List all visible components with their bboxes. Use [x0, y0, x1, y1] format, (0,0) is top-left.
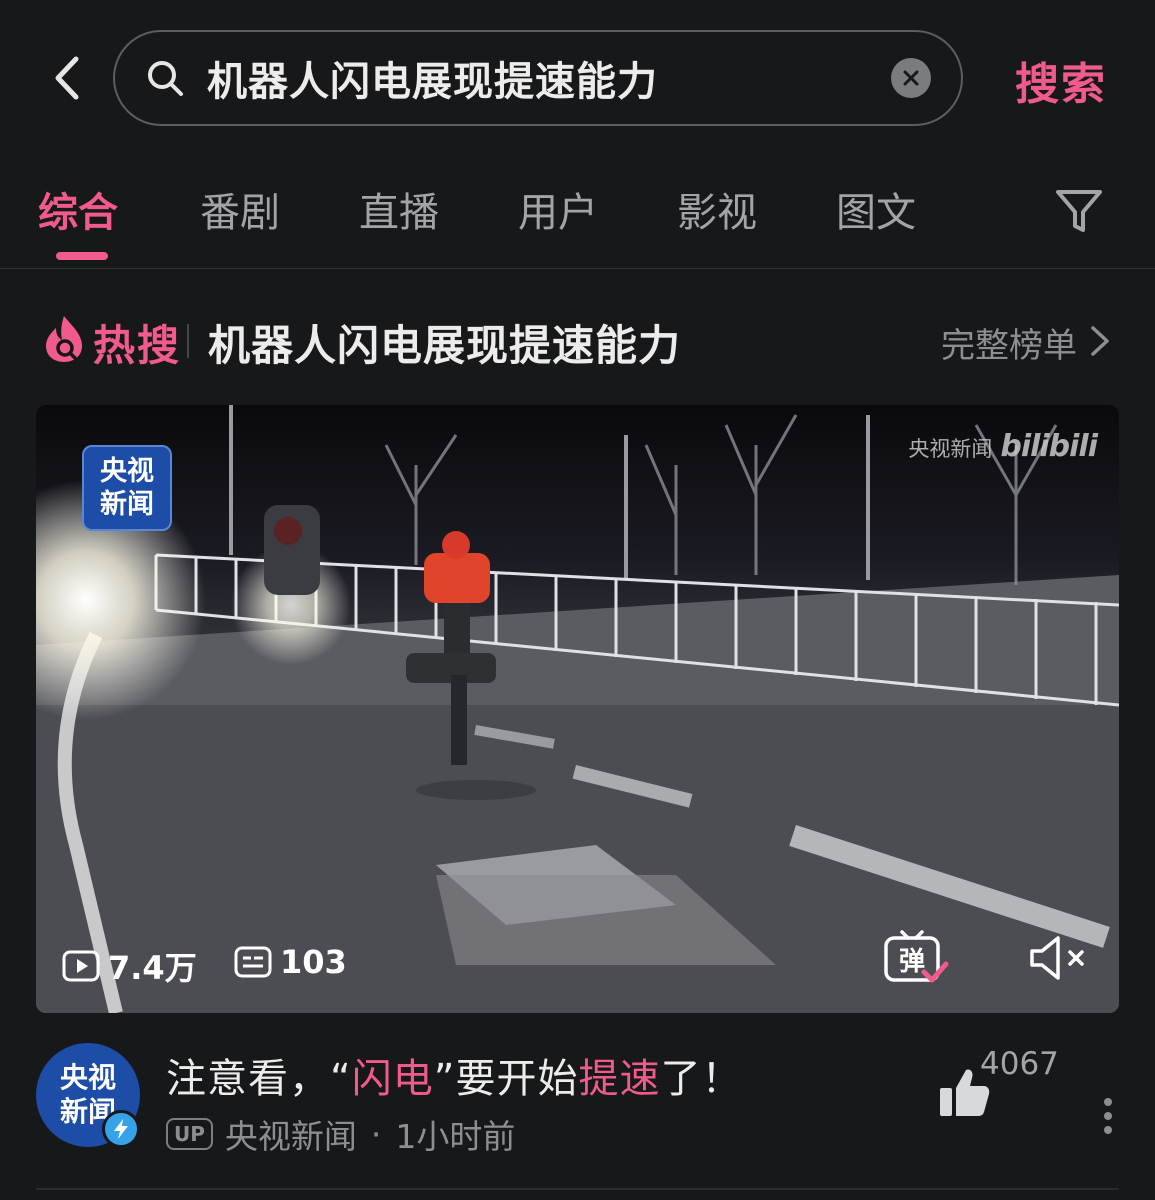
cctv-news-logo: 央视 新闻 [82, 445, 172, 531]
tab-all[interactable]: 综合 [38, 180, 118, 238]
volume-muted-icon [1030, 936, 1084, 980]
full-ranking-link[interactable]: 完整榜单 [941, 318, 1077, 367]
danmaku-toggle-icon: 弹 [884, 930, 949, 983]
tab-users[interactable]: 用户 [518, 180, 598, 238]
back-button[interactable] [42, 50, 92, 106]
title-part-3: 了！ [660, 1056, 743, 1102]
search-icon [145, 56, 189, 100]
video-title[interactable]: 注意看，“闪电”要开始提速了！ [166, 1046, 742, 1104]
hot-flame-icon [46, 316, 82, 362]
video-frame-scene [36, 405, 1119, 1013]
video-result-card[interactable]: 央视 新闻 注意看，“闪电”要开始提速了！ UP 央视新闻 · 1小时前 406… [0, 1030, 1155, 1200]
tab-film[interactable]: 影视 [677, 180, 757, 238]
tab-live[interactable]: 直播 [359, 180, 439, 238]
title-part-1: 注意看，“ [166, 1056, 352, 1102]
search-input[interactable]: 机器人闪电展现提速能力 [113, 30, 963, 126]
mute-button[interactable] [1026, 933, 1092, 983]
filter-icon [1056, 190, 1102, 232]
title-highlight-2: 提速 [578, 1056, 661, 1102]
bilibili-watermark-logo: bilibili [1000, 429, 1098, 464]
watermark-text: 央视新闻 [908, 437, 993, 461]
danmaku-toggle-button[interactable]: 弹 [882, 928, 952, 988]
video-thumbnail[interactable]: 央视 新闻 央视新闻 bilibili 7.4万 103 弹 [36, 405, 1119, 1013]
danmaku-count-icon [234, 946, 272, 978]
up-tag: UP [166, 1118, 213, 1150]
tab-bangumi[interactable]: 番剧 [200, 180, 280, 238]
more-options-icon[interactable] [1100, 1096, 1116, 1136]
video-meta: UP 央视新闻 · 1小时前 [166, 1110, 515, 1158]
chevron-right-icon [1091, 326, 1109, 356]
clear-search-button[interactable] [891, 58, 931, 98]
meta-separator: · [370, 1114, 382, 1154]
title-part-2: ”要开始 [433, 1056, 579, 1102]
view-count: 7.4万 [62, 943, 197, 989]
avatar-line1: 央视 [59, 1061, 116, 1094]
danmaku-button-label: 弹 [899, 947, 925, 977]
result-tabs: 综合 番剧 直播 用户 影视 图文 [0, 150, 1155, 269]
close-icon [903, 70, 919, 86]
hot-search-title: 机器人闪电展现提速能力 [208, 321, 682, 370]
search-query-text[interactable]: 机器人闪电展现提速能力 [207, 49, 891, 107]
search-submit-button[interactable]: 搜索 [1015, 48, 1107, 112]
video-watermark: 央视新闻 bilibili [908, 429, 1098, 464]
cctv-logo-line2: 新闻 [100, 489, 154, 520]
danmaku-count: 103 [234, 943, 347, 981]
title-highlight-1: 闪电 [351, 1056, 434, 1102]
divider [36, 1188, 1119, 1190]
hot-search-label: 热搜 [93, 321, 182, 370]
publish-time: 1小时前 [395, 1117, 516, 1156]
cctv-logo-line1: 央视 [100, 456, 154, 487]
chevron-left-icon [55, 56, 79, 100]
like-count: 4067 [980, 1046, 1059, 1082]
tab-articles[interactable]: 图文 [836, 180, 916, 238]
filter-button[interactable] [1054, 186, 1104, 236]
verified-badge-icon [102, 1110, 140, 1148]
hot-divider [187, 324, 189, 358]
hot-search-banner[interactable]: 热搜 机器人闪电展现提速能力 完整榜单 [0, 300, 1155, 380]
danmaku-count-value: 103 [280, 943, 347, 981]
play-count-icon [62, 950, 100, 982]
author-name[interactable]: 央视新闻 [225, 1110, 357, 1158]
search-header: 机器人闪电展现提速能力 搜索 [0, 0, 1155, 150]
view-count-value: 7.4万 [108, 949, 197, 987]
active-tab-indicator [56, 252, 108, 260]
